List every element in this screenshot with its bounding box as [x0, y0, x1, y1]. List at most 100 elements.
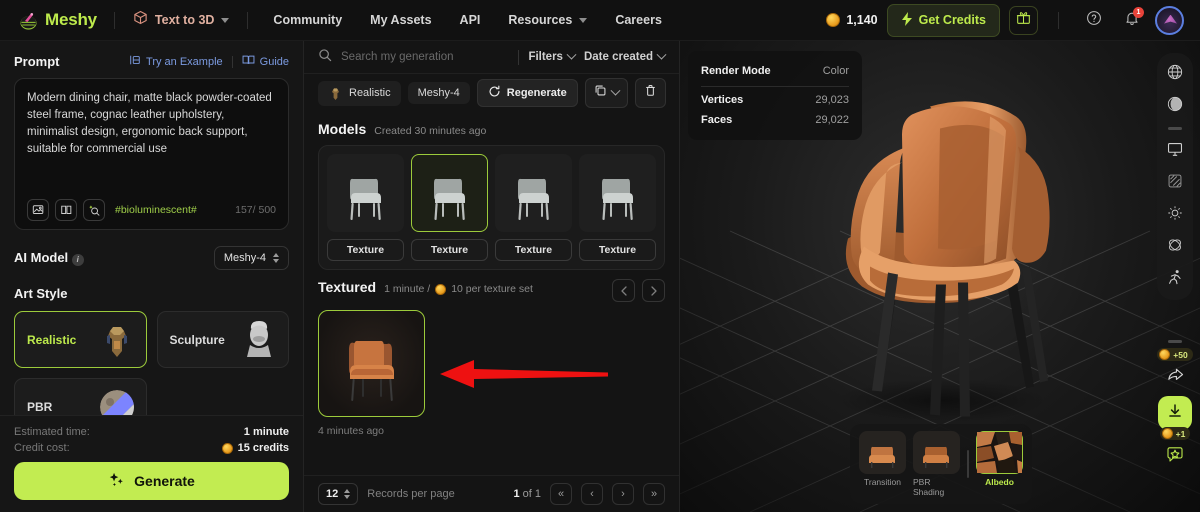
- models-box: Texture: [318, 145, 665, 270]
- texture-button[interactable]: Texture: [579, 239, 656, 261]
- get-credits-button[interactable]: Get Credits: [887, 4, 1000, 37]
- viewport-3d[interactable]: Render Mode Color Vertices 29,023 Faces …: [680, 41, 1200, 512]
- prompt-text[interactable]: Modern dining chair, matte black powder-…: [27, 90, 276, 199]
- filters-dropdown[interactable]: Filters: [528, 51, 575, 63]
- art-style-pbr[interactable]: PBR: [14, 378, 147, 415]
- date-created-dropdown[interactable]: Date created: [584, 51, 665, 63]
- book-reference-icon[interactable]: [55, 199, 77, 221]
- model-thumbnail[interactable]: [327, 154, 404, 232]
- help-button[interactable]: [1079, 6, 1108, 35]
- share-button[interactable]: [1161, 363, 1189, 391]
- copy-button[interactable]: [585, 78, 628, 108]
- cube-icon: [133, 10, 148, 30]
- art-style-name: Sculpture: [170, 333, 225, 347]
- search-input[interactable]: [341, 51, 509, 63]
- art-style-sculpture[interactable]: Sculpture: [157, 311, 290, 368]
- toolbar-divider: [1168, 127, 1182, 130]
- credit-balance-value: 1,140: [846, 13, 877, 27]
- first-page-button[interactable]: «: [550, 483, 572, 505]
- art-style-label: Art Style: [14, 286, 289, 301]
- notification-count-badge: 1: [1133, 7, 1144, 18]
- chevron-down-icon: [221, 18, 229, 23]
- nav-resources[interactable]: Resources: [494, 7, 601, 33]
- nav-community[interactable]: Community: [259, 7, 356, 33]
- animate-run-icon-button[interactable]: [1161, 265, 1189, 293]
- meshy-app: Meshy Text to 3D Community My Assets API…: [0, 0, 1200, 512]
- share-credit-badge: +50: [1157, 348, 1192, 361]
- model-thumbnail-selected[interactable]: [411, 154, 488, 232]
- model-thumbnail[interactable]: [495, 154, 572, 232]
- brand-logo[interactable]: Meshy: [12, 10, 103, 31]
- next-page-button[interactable]: ›: [612, 483, 634, 505]
- texture-variant-transition[interactable]: Transition: [859, 431, 906, 487]
- textured-prev-button[interactable]: [612, 279, 635, 302]
- texture-variant-albedo[interactable]: Albedo: [976, 431, 1023, 487]
- last-page-button[interactable]: »: [643, 483, 665, 505]
- guide-link[interactable]: Guide: [242, 54, 289, 69]
- prompt-tag[interactable]: #bioluminescent#: [115, 204, 197, 216]
- orbit-icon-button[interactable]: [1161, 233, 1189, 261]
- chair-3d-model[interactable]: [790, 70, 1090, 445]
- mode-switcher[interactable]: Text to 3D: [126, 6, 237, 34]
- share-badge-value: +50: [1173, 350, 1187, 360]
- brightness-icon: [1166, 204, 1184, 227]
- prompt-box[interactable]: Modern dining chair, matte black powder-…: [14, 78, 289, 230]
- feedback-button[interactable]: [1161, 442, 1189, 470]
- brand-name: Meshy: [45, 10, 97, 30]
- brightness-icon-button[interactable]: [1161, 201, 1189, 229]
- texture-button[interactable]: Texture: [411, 239, 488, 261]
- model-chip: Meshy-4: [408, 82, 470, 104]
- textured-cost: 10 per texture set: [451, 283, 533, 295]
- texture-button[interactable]: Texture: [327, 239, 404, 261]
- image-upload-icon[interactable]: [27, 199, 49, 221]
- nav-careers[interactable]: Careers: [601, 7, 676, 33]
- style-chip: Realistic: [318, 81, 401, 106]
- vertices-label: Vertices: [701, 94, 743, 106]
- texture-variant-strip: Transition PBR Shading: [850, 424, 1032, 504]
- hatch-texture-icon: [1166, 172, 1184, 195]
- chevron-down-icon: [657, 49, 667, 59]
- art-style-name: Realistic: [27, 333, 76, 347]
- regenerate-button[interactable]: Regenerate: [477, 79, 578, 107]
- filters-label: Filters: [528, 51, 563, 63]
- nav-api[interactable]: API: [446, 7, 495, 33]
- generate-button[interactable]: Generate: [14, 462, 289, 500]
- nav-label: My Assets: [370, 13, 431, 27]
- credit-balance[interactable]: 1,140: [826, 13, 877, 27]
- material-sphere-icon-button[interactable]: [1161, 92, 1189, 120]
- records-per-page-select[interactable]: 12: [318, 483, 358, 505]
- delete-button[interactable]: [635, 78, 666, 108]
- estimated-time-row: Estimated time: 1 minute: [14, 426, 289, 438]
- chevron-down-icon: [567, 49, 577, 59]
- info-icon[interactable]: i: [72, 254, 84, 266]
- textured-timestamp: 4 minutes ago: [318, 425, 665, 437]
- notifications-button[interactable]: 1: [1117, 6, 1146, 35]
- gift-button[interactable]: [1009, 6, 1038, 35]
- art-style-realistic[interactable]: Realistic: [14, 311, 147, 368]
- meshy-logo-icon: [18, 10, 39, 31]
- variant-thumbnail: [913, 431, 960, 474]
- ai-enhance-icon[interactable]: [83, 199, 105, 221]
- avatar[interactable]: [1155, 6, 1184, 35]
- hatch-texture-icon-button[interactable]: [1161, 169, 1189, 197]
- variant-divider: [967, 450, 969, 478]
- prev-page-button[interactable]: ‹: [581, 483, 603, 505]
- nav-my-assets[interactable]: My Assets: [356, 7, 445, 33]
- download-button[interactable]: [1158, 396, 1192, 430]
- art-style-grid: Realistic: [14, 311, 289, 415]
- textured-thumbnail-selected[interactable]: [318, 310, 425, 417]
- generation-list: Models Created 30 minutes ago: [304, 112, 679, 475]
- search-icon: [318, 48, 332, 67]
- texture-button[interactable]: Texture: [495, 239, 572, 261]
- left-panel-scroll: Prompt Try an Example: [0, 41, 303, 415]
- textured-next-button[interactable]: [642, 279, 665, 302]
- monitor-icon-button[interactable]: [1161, 137, 1189, 165]
- sculpture-thumb-icon: [238, 319, 280, 361]
- ai-model-text: AI Model: [14, 250, 68, 265]
- try-example-link[interactable]: Try an Example: [129, 54, 223, 69]
- texture-variant-pbr-shading[interactable]: PBR Shading: [913, 431, 960, 497]
- wireframe-globe-icon: [1166, 63, 1184, 86]
- wireframe-globe-icon-button[interactable]: [1161, 60, 1189, 88]
- ai-model-select[interactable]: Meshy-4: [214, 246, 289, 270]
- model-thumbnail[interactable]: [579, 154, 656, 232]
